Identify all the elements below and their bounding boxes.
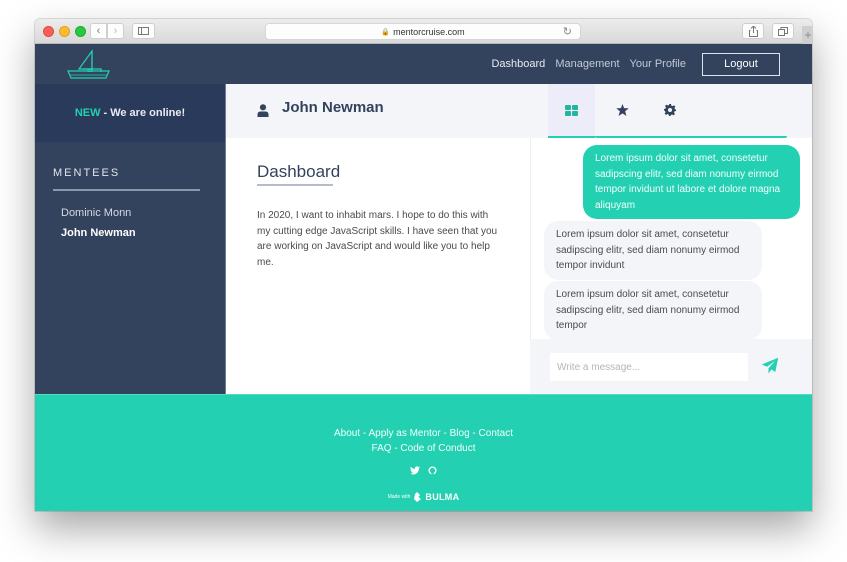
new-badge: NEW [74,107,101,119]
plus-icon: + [804,28,812,42]
nav-link-your-profile[interactable]: Your Profile [630,58,686,70]
bulma-logo-icon [414,492,422,502]
chat-tabs [530,84,812,138]
tabs-icon [778,26,788,36]
footer-link-blog[interactable]: Blog [450,428,470,439]
close-window-button[interactable] [43,26,54,37]
bulma-text: BULMA [425,492,460,502]
footer-links-row-2: FAQ - Code of Conduct [35,443,812,454]
nav-links: Dashboard Management Your Profile Logout [491,52,780,76]
zoom-window-button[interactable] [75,26,86,37]
social-links [35,466,812,475]
footer: About - Apply as Mentor - Blog - Contact… [35,394,812,511]
star-icon [615,104,629,116]
message-incoming: Lorem ipsum dolor sit amet, consetetur s… [544,281,762,340]
sidebar-icon [138,27,149,35]
reload-icon[interactable]: ↻ [563,25,572,38]
footer-link-about[interactable]: About [334,428,360,439]
dashboard-title: Dashboard [257,162,341,181]
nav-link-dashboard[interactable]: Dashboard [491,58,545,70]
sidebar: NEW - We are online! MENTEES Dominic Mon… [35,84,225,394]
gear-icon [664,104,676,116]
browser-window: ‹ › 🔒 mentorcruise.com ↻ + Dashboard Man… [35,19,812,511]
footer-link-contact[interactable]: Contact [479,428,513,439]
banner-text: - We are online! [103,107,186,119]
message-input[interactable] [550,353,748,381]
nav-link-management[interactable]: Management [555,58,619,70]
mentee-name: John Newman [282,99,384,116]
mentee-header: John Newman [225,84,530,138]
dashboard-icon [565,104,578,116]
footer-links-row-1: About - Apply as Mentor - Blog - Contact [35,428,812,439]
mentee-description: In 2020, I want to inhabit mars. I hope … [257,210,498,268]
separator: - [440,428,450,439]
footer-link-faq[interactable]: FAQ [372,443,392,454]
tab-settings[interactable] [650,84,690,136]
sidebar-toggle-button[interactable] [132,23,155,39]
message-outgoing: Lorem ipsum dolor sit amet, consetetur s… [583,145,800,219]
forward-icon: › [113,24,118,37]
sailboat-logo[interactable] [65,47,113,81]
mentee-item-john-newman[interactable]: John Newman [61,227,225,239]
forward-button[interactable]: › [107,23,124,39]
chat-composer [530,339,812,394]
user-icon [257,104,269,117]
separator: - [469,428,479,439]
github-icon[interactable] [428,466,437,475]
online-banner: NEW - We are online! [35,84,225,142]
share-button[interactable] [742,23,764,39]
mentees-heading: MENTEES [53,167,121,179]
send-icon[interactable] [761,357,779,375]
footer-link-apply-as-mentor[interactable]: Apply as Mentor [368,428,440,439]
twitter-icon[interactable] [410,466,420,475]
tab-favorites[interactable] [602,84,642,136]
new-tab-button[interactable]: + [802,26,812,44]
share-icon [748,25,758,37]
url-text: mentorcruise.com [393,26,465,37]
address-bar[interactable]: 🔒 mentorcruise.com ↻ [265,23,581,40]
mentee-item-dominic-monn[interactable]: Dominic Monn [61,207,225,219]
show-tabs-button[interactable] [772,23,794,39]
tab-dashboard[interactable] [548,84,595,138]
navbar: Dashboard Management Your Profile Logout [35,44,812,84]
lock-icon: 🔒 [381,28,391,36]
message-incoming: Lorem ipsum dolor sit amet, consetetur s… [544,221,762,280]
chat-messages: Lorem ipsum dolor sit amet, consetetur s… [530,138,812,340]
browser-toolbar: ‹ › 🔒 mentorcruise.com ↻ + [35,19,812,44]
back-icon: ‹ [96,24,101,37]
minimize-window-button[interactable] [59,26,70,37]
logout-button[interactable]: Logout [702,52,780,76]
back-button[interactable]: ‹ [90,23,107,39]
made-with-text: Made with [387,494,411,500]
mentees-divider [53,189,200,191]
title-underline [257,184,333,186]
dashboard-panel: Dashboard In 2020, I want to inhabit mar… [225,138,530,394]
made-with-bulma[interactable]: Made with BULMA [35,492,812,502]
footer-link-code-of-conduct[interactable]: Code of Conduct [400,443,475,454]
